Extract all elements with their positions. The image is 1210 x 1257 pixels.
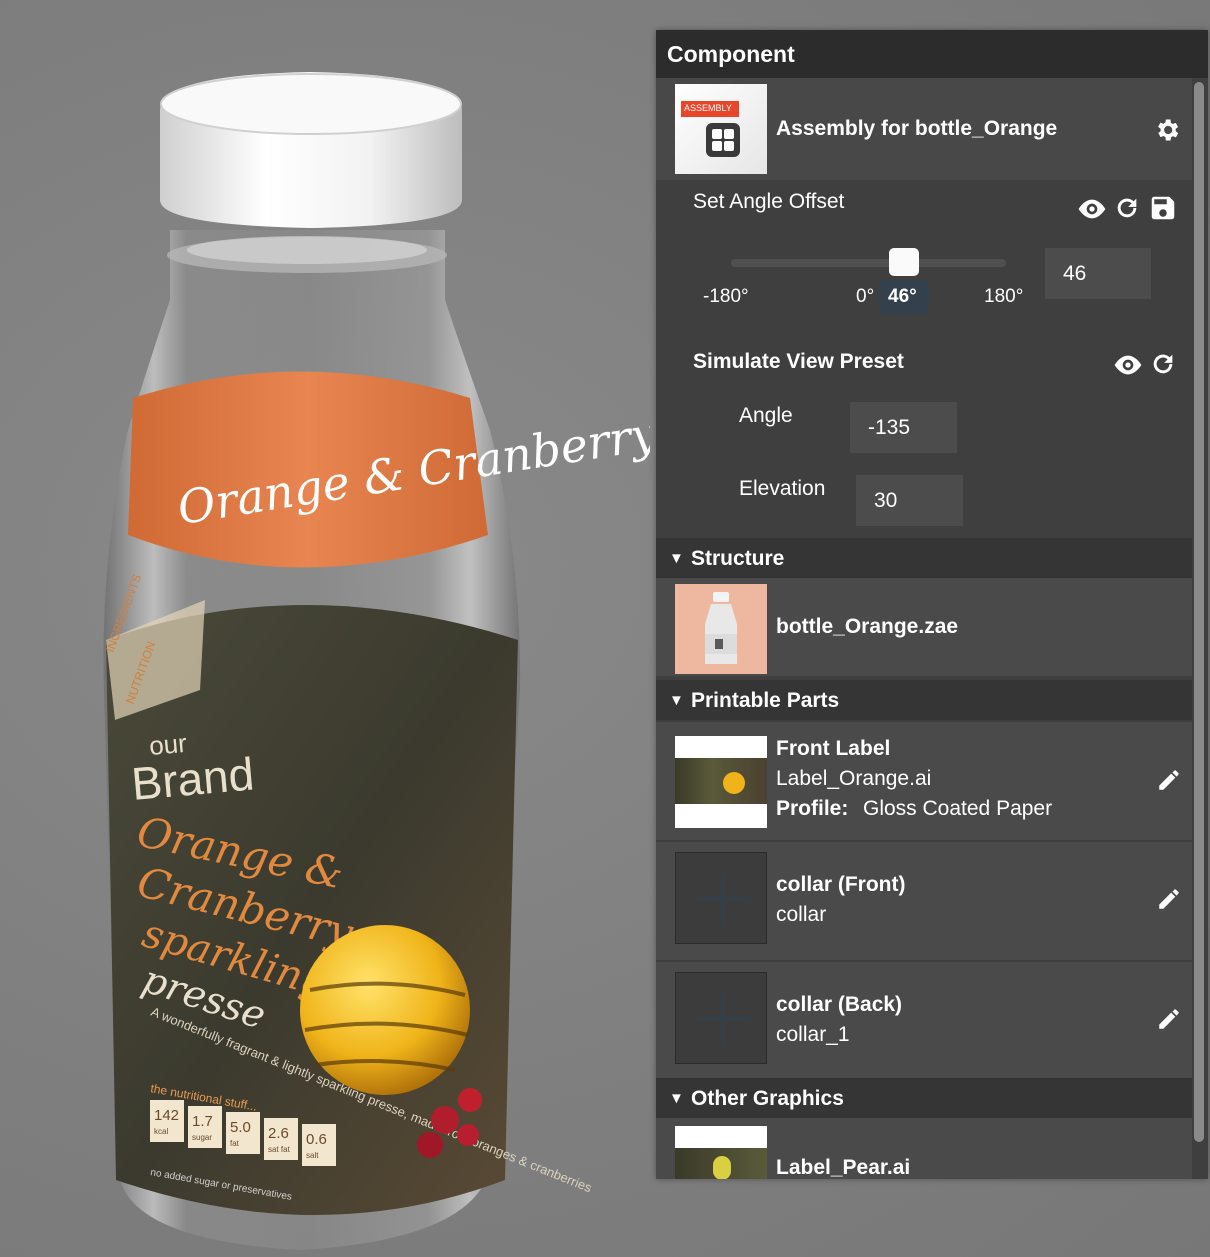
- slider-thumb[interactable]: [889, 248, 919, 276]
- pencil-icon[interactable]: [1156, 767, 1182, 793]
- slider-value-tooltip: 46°: [879, 280, 929, 314]
- slider-zero-label: 0°: [856, 286, 875, 307]
- structure-row[interactable]: bottle_Orange.zae: [656, 578, 1192, 676]
- assembly-badge: ASSEMBLY: [681, 101, 739, 117]
- bottle-3d-preview[interactable]: Orange & Cranberry sparkling INGREDIENTS…: [0, 0, 650, 1257]
- save-icon[interactable]: [1148, 193, 1178, 223]
- caret-down-icon: ▼: [669, 1090, 684, 1107]
- part-row-collar-front[interactable]: collar (Front) collar: [656, 842, 1192, 960]
- printable-parts-section-header[interactable]: ▼ Printable Parts: [656, 680, 1192, 720]
- pencil-icon[interactable]: [1156, 1006, 1182, 1032]
- part-file: collar: [776, 903, 827, 926]
- angle-label: Angle: [739, 404, 793, 427]
- brand-big: Brand: [129, 747, 256, 810]
- profile-label: Profile:: [776, 797, 849, 820]
- assembly-row[interactable]: ASSEMBLY Assembly for bottle_Orange: [656, 78, 1192, 180]
- other-graphics-section-header[interactable]: ▼ Other Graphics: [656, 1078, 1192, 1118]
- pencil-icon[interactable]: [1156, 886, 1182, 912]
- panel-header: Component: [656, 30, 1208, 78]
- nutrition-unit: salt: [306, 1151, 319, 1160]
- panel-title: Component: [667, 41, 795, 67]
- elevation-input[interactable]: [856, 475, 963, 526]
- gear-icon[interactable]: [1153, 116, 1181, 144]
- nutrition-value: 0.6: [306, 1131, 327, 1148]
- part-name: Front Label: [776, 737, 891, 760]
- slider-min-label: -180°: [703, 286, 749, 307]
- structure-thumbnail: [675, 584, 767, 674]
- graphic-row[interactable]: Label_Pear.ai: [656, 1118, 1192, 1179]
- elevation-label: Elevation: [739, 477, 826, 500]
- graphic-thumbnail: [675, 1126, 767, 1179]
- part-file: collar_1: [776, 1023, 850, 1046]
- slider-max-label: 180°: [984, 286, 1024, 307]
- part-file: Label_Orange.ai: [776, 767, 932, 790]
- angle-offset-input[interactable]: [1045, 248, 1151, 299]
- collar-back-thumbnail: [675, 972, 767, 1064]
- nutrition-value: 1.7: [192, 1113, 213, 1130]
- collar-front-thumbnail: [675, 852, 767, 944]
- caret-down-icon: ▼: [669, 550, 684, 567]
- nutrition-value: 5.0: [230, 1119, 251, 1136]
- structure-file: bottle_Orange.zae: [776, 615, 959, 638]
- part-name: collar (Back): [776, 993, 903, 1016]
- angle-slider[interactable]: [731, 248, 1006, 280]
- part-row-collar-back[interactable]: collar (Back) collar_1: [656, 962, 1192, 1080]
- nutrition-unit: kcal: [154, 1127, 168, 1136]
- nutrition-value: 2.6: [268, 1125, 289, 1142]
- angle-offset-label: Set Angle Offset: [693, 190, 845, 213]
- refresh-icon[interactable]: [1149, 349, 1177, 379]
- scrollbar-thumb[interactable]: [1194, 82, 1204, 1142]
- graphic-file: Label_Pear.ai: [776, 1156, 911, 1179]
- refresh-icon[interactable]: [1113, 193, 1141, 223]
- eye-icon[interactable]: [1076, 197, 1108, 221]
- eye-icon[interactable]: [1112, 353, 1144, 377]
- part-row-front-label[interactable]: Front Label Label_Orange.ai Profile: Glo…: [656, 722, 1192, 840]
- panel-scrollbar[interactable]: [1194, 82, 1204, 1142]
- structure-section-header[interactable]: ▼ Structure: [656, 538, 1192, 578]
- caret-down-icon: ▼: [669, 692, 684, 709]
- nutrition-unit: sugar: [192, 1133, 212, 1142]
- part-name: collar (Front): [776, 873, 906, 896]
- assembly-name: Assembly for bottle_Orange: [776, 117, 1058, 140]
- nutrition-unit: sat fat: [268, 1145, 291, 1154]
- assembly-thumbnail: ASSEMBLY: [675, 84, 767, 174]
- nutrition-value: 142: [154, 1107, 179, 1124]
- angle-input[interactable]: [850, 402, 957, 453]
- front-label-thumbnail: [675, 736, 767, 828]
- component-panel: Component ASSEMBLY Assembly for bottle_O…: [656, 30, 1208, 1179]
- assembly-grid-icon: [706, 123, 740, 157]
- view-preset-label: Simulate View Preset: [693, 350, 904, 373]
- nutrition-unit: fat: [230, 1139, 240, 1148]
- profile-value: Gloss Coated Paper: [863, 797, 1053, 820]
